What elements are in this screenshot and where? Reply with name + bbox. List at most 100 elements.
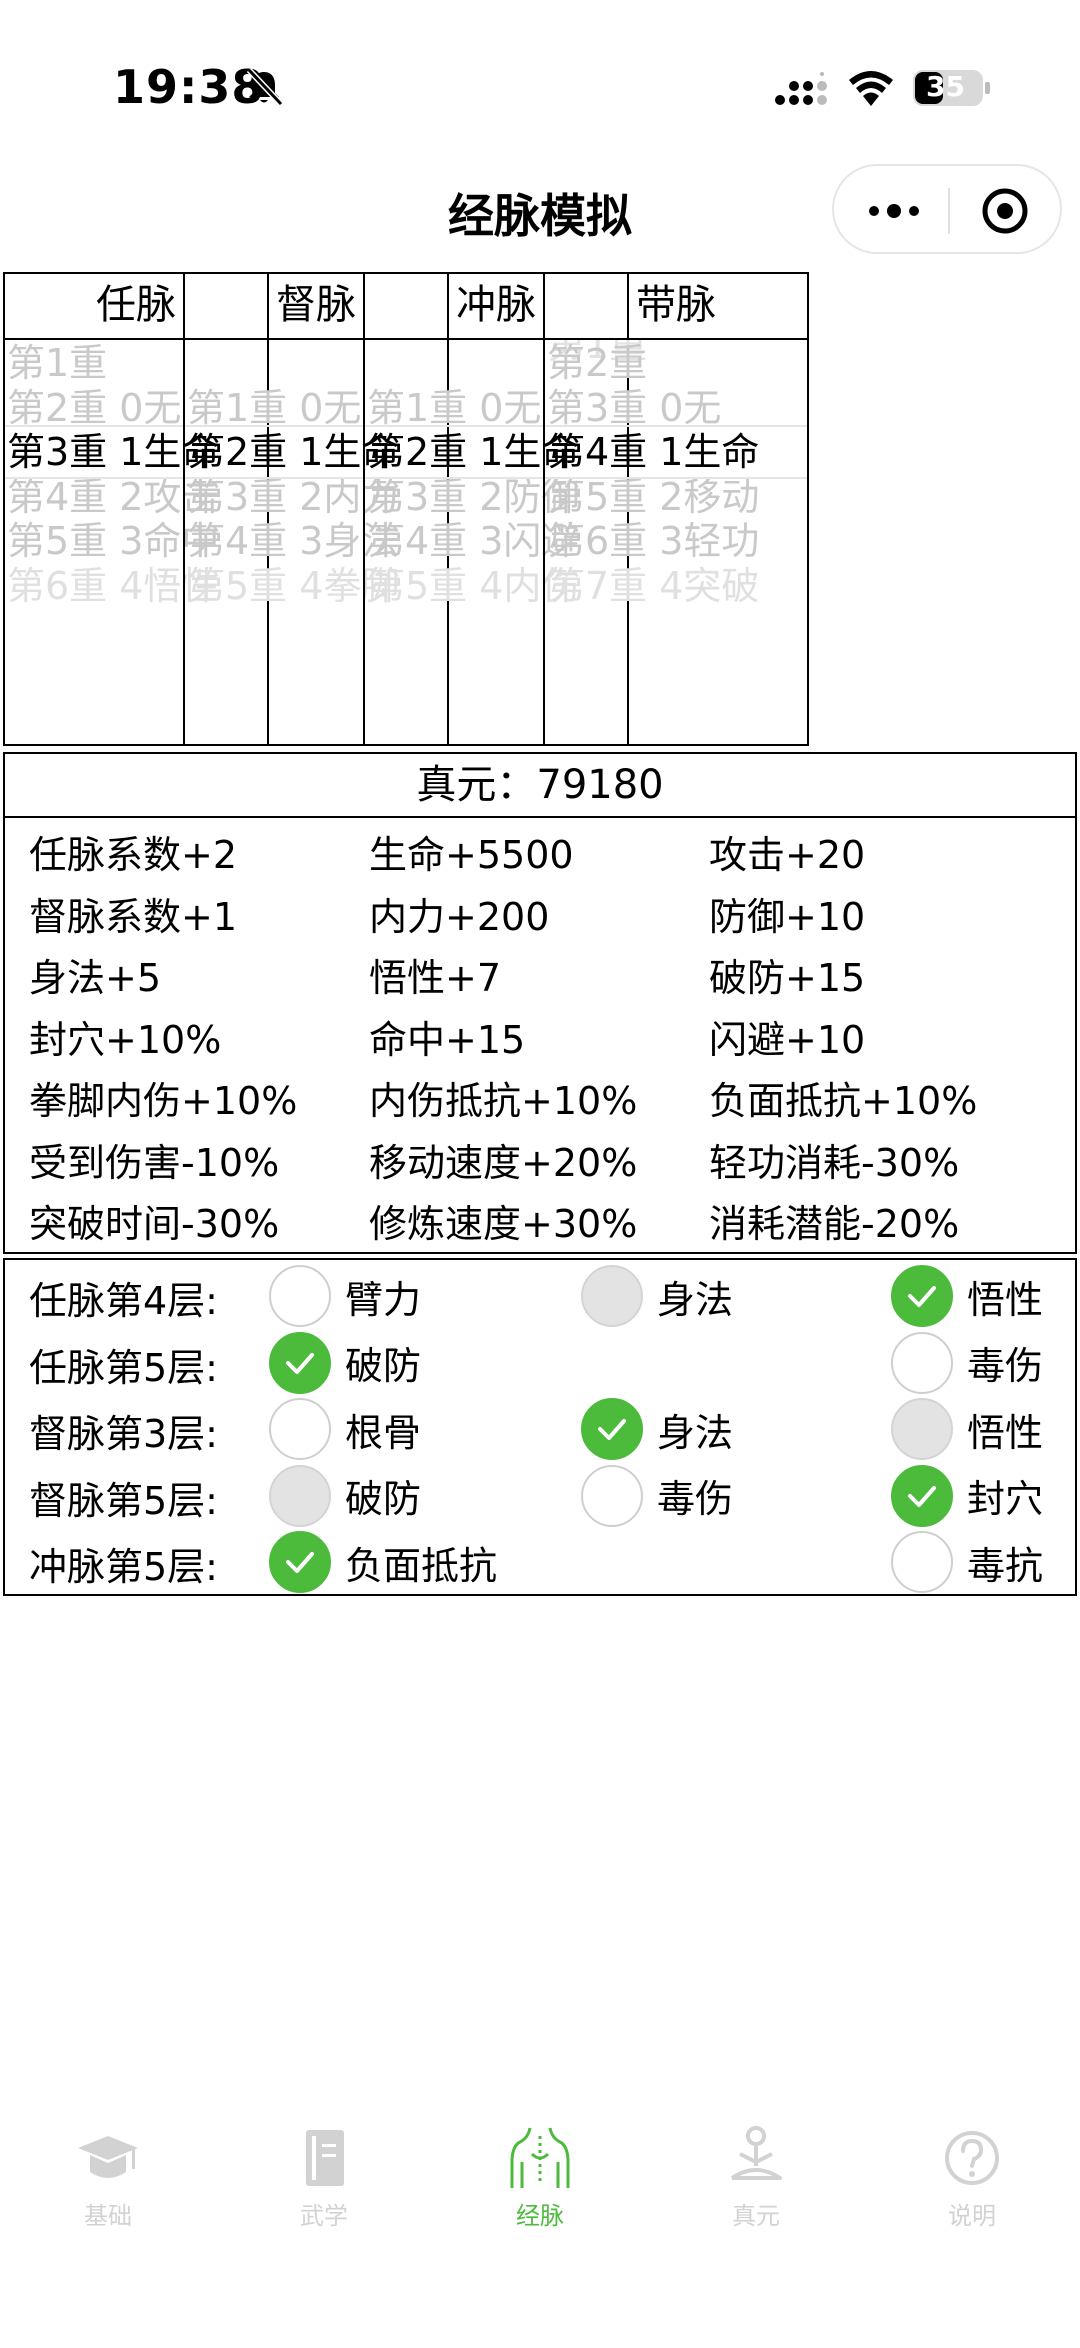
stat-value: 消耗潜能-20% [709, 1202, 960, 1246]
tab-label: 说明 [948, 2202, 996, 2230]
option-label: 毒伤 [657, 1477, 734, 1521]
checkbox-circle-icon [891, 1331, 953, 1394]
stat-value: 攻击+20 [709, 833, 866, 877]
option-checkbox[interactable]: 根骨 [269, 1398, 422, 1460]
stat-value: 封穴+10% [29, 1017, 222, 1062]
option-row-label: 督脉第3层: [29, 1412, 218, 1456]
stat-value: 任脉系数+2 [29, 833, 238, 877]
stat-value: 命中+15 [369, 1017, 526, 1062]
question-icon [864, 2122, 1080, 2194]
battery-icon: 35 [912, 68, 992, 108]
meridian-body-icon [432, 2122, 648, 2194]
capsule-divider [948, 188, 950, 234]
option-label: 根骨 [345, 1410, 422, 1455]
status-bar: 19:38 35 [0, 0, 1080, 170]
stat-value: 突破时间-30% [29, 1202, 280, 1246]
checkmark-icon [269, 1331, 331, 1394]
stat-value: 轻功消耗-30% [709, 1140, 960, 1185]
stat-value: 内伤抵抗+10% [369, 1079, 638, 1123]
mini-program-capsule [832, 164, 1062, 254]
meridian-pickers: 任脉 第1重 第2重 0无 第3重 1生命 第4重 2攻击 第5重 3命中 第6重 4悟性督… [3, 272, 1077, 746]
option-row-label: 任脉第5层: [29, 1345, 218, 1390]
bell-muted-icon [246, 67, 284, 107]
option-label: 毒抗 [967, 1543, 1044, 1588]
option-row-label: 任脉第4层: [29, 1279, 218, 1323]
option-row-label: 督脉第5层: [29, 1478, 218, 1523]
tab-meridian-body[interactable]: 经脉 [432, 2122, 648, 2262]
option-label: 破防 [345, 1344, 422, 1388]
stat-value: 防御+10 [709, 894, 866, 939]
option-label: 毒伤 [967, 1344, 1044, 1388]
battery-level: 35 [926, 70, 965, 103]
checkbox-circle-icon [581, 1464, 643, 1527]
stat-value: 修炼速度+30% [369, 1202, 638, 1246]
option-label: 悟性 [967, 1410, 1044, 1455]
option-label: 悟性 [967, 1277, 1044, 1322]
tab-scholar-hat[interactable]: 基础 [0, 2122, 216, 2262]
stat-value: 悟性+7 [369, 956, 502, 1000]
tab-label: 经脉 [516, 2202, 564, 2230]
option-label: 负面抵抗 [345, 1543, 498, 1588]
zhenyuan-total: 真元：79180 [5, 754, 1075, 818]
stat-value: 受到伤害-10% [29, 1140, 280, 1185]
checkmark-icon [891, 1265, 953, 1327]
cell-signal-icon [775, 72, 827, 105]
option-checkbox: 身法 [581, 1265, 734, 1327]
tab-book[interactable]: 武学 [216, 2122, 432, 2262]
stat-value: 拳脚内伤+10% [29, 1079, 298, 1123]
checkbox-circle-icon [581, 1265, 643, 1327]
wifi-icon [849, 71, 893, 106]
picker-wheel[interactable]: 第1重 第2重 第3重 0无 第4重 1生命 第5重 2移动 第6重 3轻功 第7重 4突破 [545, 340, 807, 744]
checkbox-circle-icon [269, 1398, 331, 1460]
option-label: 破防 [345, 1477, 422, 1521]
option-label: 身法 [657, 1410, 734, 1455]
picker-option[interactable]: 第7重 4突破 [545, 553, 807, 619]
tab-bar: 基础 武学 经脉 真元 说明 [0, 2122, 1080, 2262]
zhenyuan-panel: 真元：79180 任脉系数+2 生命+5500 攻击+20 督脉系数+1 内力+200 防… [3, 752, 1077, 1254]
option-checkbox[interactable]: 毒伤 [581, 1464, 734, 1527]
option-label: 身法 [657, 1277, 734, 1322]
stat-value: 移动速度+20% [369, 1140, 638, 1185]
tab-question[interactable]: 说明 [864, 2122, 1080, 2262]
option-checkbox[interactable]: 负面抵抗 [269, 1531, 498, 1593]
option-label: 封穴 [967, 1477, 1044, 1521]
more-icon[interactable] [864, 190, 924, 232]
stat-value: 身法+5 [29, 956, 162, 1000]
tab-label: 基础 [84, 2202, 132, 2230]
picker-column[interactable]: 带脉 第1重 第2重 第3重 0无 第4重 1生命 第5重 2移动 第6重 3轻功 第7重 4… [543, 272, 809, 746]
close-target-icon[interactable] [980, 186, 1030, 236]
status-time: 19:38 [113, 60, 265, 114]
option-checkbox[interactable]: 臂力 [269, 1265, 422, 1327]
book-icon [216, 2122, 432, 2194]
option-checkbox[interactable]: 破防 [269, 1331, 422, 1394]
scholar-hat-icon [0, 2122, 216, 2194]
checkbox-circle-icon [891, 1531, 953, 1593]
checkbox-circle-icon [891, 1398, 953, 1460]
option-label: 臂力 [345, 1277, 422, 1322]
stat-value: 生命+5500 [369, 833, 574, 877]
option-checkbox[interactable]: 毒伤 [891, 1331, 1044, 1394]
checkmark-icon [891, 1464, 953, 1527]
stat-value: 督脉系数+1 [29, 894, 238, 939]
option-checkbox[interactable]: 毒抗 [891, 1531, 1044, 1593]
option-checkbox: 破防 [269, 1464, 422, 1527]
checkmark-icon [269, 1531, 331, 1593]
option-checkbox[interactable]: 封穴 [891, 1464, 1044, 1527]
bonus-options-panel: 任脉第4层: 臂力 身法 悟性 任脉第5层: 破防 毒伤 督脉第3层: 根骨 身法 悟性 督脉第5层:… [3, 1258, 1077, 1596]
tab-label: 真元 [732, 2202, 780, 2230]
stat-value: 破防+15 [709, 956, 866, 1000]
option-checkbox[interactable]: 身法 [581, 1398, 734, 1460]
tab-meditation[interactable]: 真元 [648, 2122, 864, 2262]
option-row-label: 冲脉第5层: [29, 1545, 218, 1589]
option-checkbox[interactable]: 悟性 [891, 1265, 1044, 1327]
checkbox-circle-icon [269, 1464, 331, 1527]
checkmark-icon [581, 1398, 643, 1460]
tab-label: 武学 [300, 2202, 348, 2230]
option-checkbox: 悟性 [891, 1398, 1044, 1460]
meditation-icon [648, 2122, 864, 2194]
checkbox-circle-icon [269, 1265, 331, 1327]
stat-value: 内力+200 [369, 894, 550, 939]
stat-value: 闪避+10 [709, 1017, 866, 1062]
picker-title: 带脉 [545, 274, 807, 340]
stat-value: 负面抵抗+10% [709, 1079, 978, 1123]
